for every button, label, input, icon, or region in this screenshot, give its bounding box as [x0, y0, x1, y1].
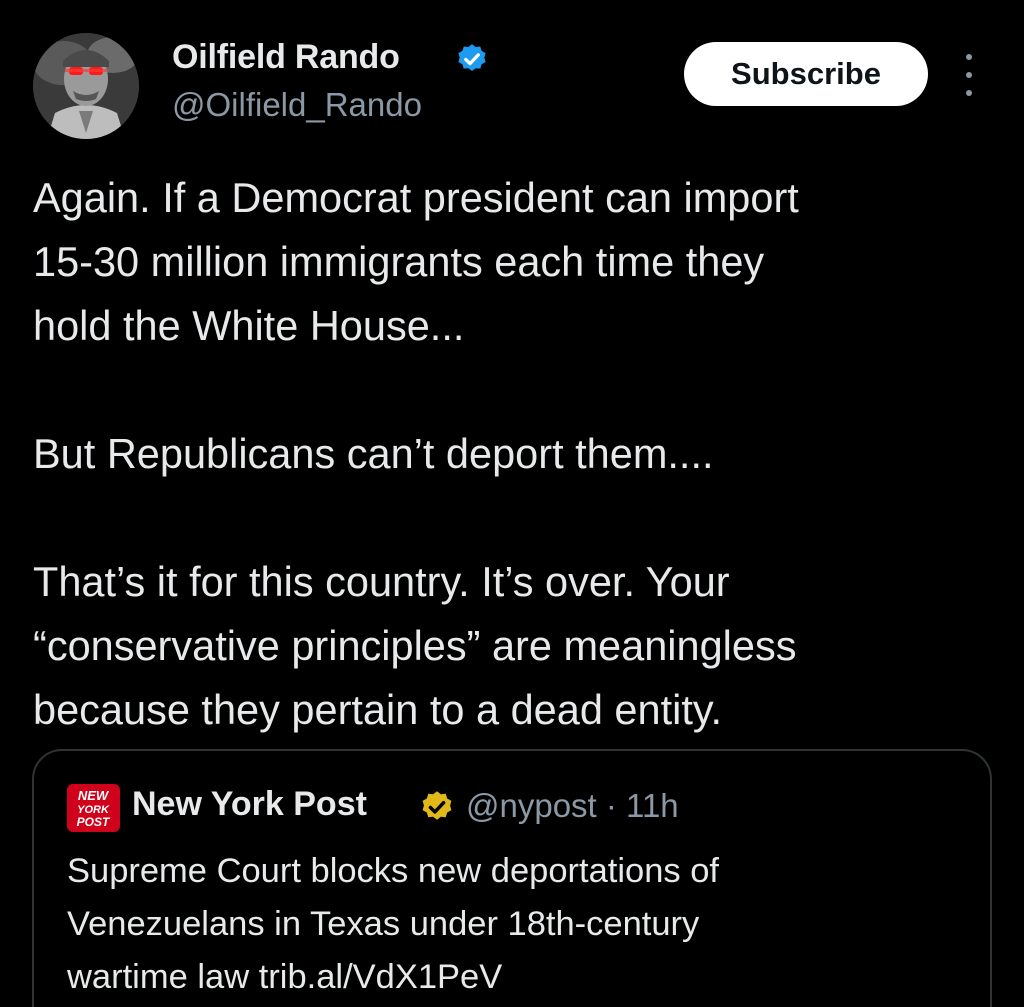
- newspaper-logo-icon: NEW YORK POST: [77, 788, 111, 829]
- author-display-name[interactable]: Oilfield Rando: [172, 38, 400, 77]
- gold-verified-badge-icon: [422, 791, 452, 820]
- quoted-author-name[interactable]: New York Post: [132, 785, 367, 824]
- quoted-line: Venezuelans in Texas under 18th-century: [67, 905, 700, 943]
- more-vertical-icon[interactable]: [958, 54, 980, 96]
- new-york-post-logo: NEW YORK POST: [67, 784, 120, 832]
- svg-text:POST: POST: [77, 815, 111, 829]
- more-dot: [966, 54, 972, 60]
- quoted-post-text: Supreme Court blocks new deportations of…: [67, 845, 967, 1004]
- verified-badge-icon: [458, 44, 486, 72]
- tweet-line: 15-30 million immigrants each time they: [33, 238, 765, 285]
- svg-text:NEW: NEW: [78, 788, 110, 803]
- tweet-text: Again. If a Democrat president can impor…: [33, 166, 993, 742]
- quoted-handle-time: @nypost · 11h: [466, 787, 679, 824]
- avatar-image: [33, 33, 139, 139]
- avatar[interactable]: [33, 33, 139, 139]
- quoted-line: Supreme Court blocks new deportations of: [67, 852, 720, 890]
- post-screen: Oilfield Rando @Oilfield_Rando Subscribe…: [0, 0, 1024, 1007]
- tweet-line: That’s it for this country. It’s over. Y…: [33, 558, 730, 605]
- more-dot: [966, 72, 972, 78]
- tweet-line: hold the White House...: [33, 302, 465, 349]
- tweet-line: But Republicans can’t deport them....: [33, 430, 714, 477]
- author-handle[interactable]: @Oilfield_Rando: [172, 86, 422, 124]
- quoted-post-card[interactable]: NEW YORK POST New York Post @nypost · 11…: [32, 749, 992, 1007]
- quoted-line: wartime law trib.al/VdX1PeV: [67, 958, 503, 996]
- tweet-line: Again. If a Democrat president can impor…: [33, 174, 799, 221]
- more-dot: [966, 90, 972, 96]
- subscribe-button[interactable]: Subscribe: [684, 42, 928, 106]
- tweet-line: “conservative principles” are meaningles…: [33, 622, 797, 669]
- tweet-line: because they pertain to a dead entity.: [33, 686, 723, 733]
